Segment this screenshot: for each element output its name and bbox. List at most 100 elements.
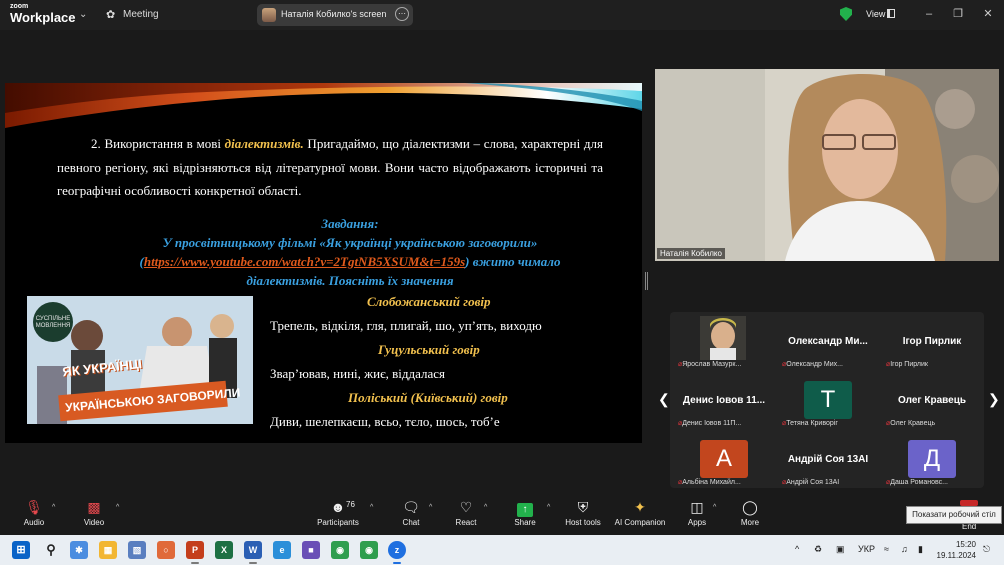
participants-gallery: Ярослав Мазурк... Олександр Ми... Олекса…	[670, 312, 984, 488]
battery-icon[interactable]: ▮	[918, 544, 923, 555]
participant-name: Олександр Мих...	[782, 360, 878, 368]
participants-label: Participants	[317, 518, 359, 527]
participant-tile[interactable]: Ярослав Мазурк...	[672, 314, 776, 370]
host-tools-label: Host tools	[565, 518, 601, 527]
notification-bell-icon[interactable]: ⎋	[983, 544, 990, 555]
app-tray-icon[interactable]: ♻	[814, 544, 822, 555]
participant-tile[interactable]: Олександр Ми... Олександр Мих...	[776, 314, 880, 370]
slide-paragraph: 2. Використання в мові діалектизмів. При…	[57, 132, 603, 203]
participant-name: Андрій Соя 13АІ	[782, 478, 878, 486]
logo-top-text: zoom	[10, 3, 29, 10]
participant-initial-avatar: Д	[908, 440, 956, 478]
chevron-up-icon[interactable]: ^	[713, 504, 716, 511]
video-button[interactable]: ▩ Video ^	[64, 498, 124, 527]
app-tray-icon[interactable]: ▣	[836, 544, 845, 555]
shield-icon: ⛨	[577, 499, 589, 515]
shield-icon[interactable]	[840, 7, 852, 21]
chevron-up-icon[interactable]: ^	[370, 504, 373, 511]
participant-tile[interactable]: Олег Кравець Олег Кравець	[880, 373, 984, 429]
dialect-heading-3: Поліський (Київський) говір	[348, 390, 508, 405]
minimize-icon[interactable]: –	[922, 7, 936, 21]
apps-button[interactable]: ◫ Apps ^	[667, 498, 727, 527]
dialect-text-1: Трепель, відкіля, гля, плигай, шо, уп’ят…	[270, 318, 542, 333]
zoom-workplace-logo[interactable]: zoom Workplace	[10, 3, 76, 24]
word-icon[interactable]: W	[244, 541, 262, 559]
speaker-video[interactable]: Наталія Кобилко	[655, 69, 999, 261]
restore-icon[interactable]: ❐	[951, 7, 965, 21]
chrome-icon[interactable]: ◉	[360, 541, 378, 559]
resize-handle[interactable]	[645, 272, 648, 290]
clock-time: 15:20	[955, 540, 976, 549]
participants-button[interactable]: ☻ 76 Participants ^	[308, 498, 373, 527]
edge-icon[interactable]: e	[273, 541, 291, 559]
gallery-prev-arrow-icon[interactable]: ❮	[658, 391, 670, 408]
participant-tile[interactable]: А Альбіна Михайл...	[672, 432, 776, 488]
share-button[interactable]: ↑ Share ^	[495, 498, 555, 527]
react-button[interactable]: ♡ React ^	[436, 498, 496, 527]
powerpoint-icon[interactable]: P	[186, 541, 204, 559]
chevron-up-icon[interactable]: ^	[795, 544, 799, 554]
suspilne-logo: СУСПІЛЬНЕ МОВЛЕННЯ	[33, 302, 73, 342]
volume-icon[interactable]: ♫	[901, 544, 908, 554]
participant-display-name: Олександр Ми...	[788, 336, 868, 347]
host-tools-button[interactable]: ⛨ Host tools	[553, 498, 613, 527]
logo-bottom-text: Workplace	[10, 10, 76, 25]
app-icon[interactable]: ○	[157, 541, 175, 559]
grid-view-icon[interactable]	[887, 9, 895, 18]
language-indicator[interactable]: УКР	[858, 544, 875, 554]
more-icon: ◯	[742, 499, 758, 515]
task-title: Завдання:	[321, 216, 379, 231]
participant-tile[interactable]: Ігор Пирлик Ігор Пирлик	[880, 314, 984, 370]
speaker-name-label: Наталія Кобилко	[657, 248, 725, 259]
file-explorer-icon[interactable]: ▦	[99, 541, 117, 559]
excel-icon[interactable]: X	[215, 541, 233, 559]
react-label: React	[455, 518, 477, 527]
view-button[interactable]: View	[866, 9, 885, 19]
chevron-up-icon[interactable]: ^	[429, 504, 432, 511]
audio-button[interactable]: 🎙 Audio ^	[4, 498, 64, 527]
chat-button[interactable]: 🗨 Chat ^	[381, 498, 441, 527]
chat-label: Chat	[402, 518, 420, 527]
dialect-text-2: Звар’ював, нині, жиє, віддалася	[270, 366, 446, 381]
more-options-icon[interactable]: ⋯	[395, 7, 409, 21]
more-button[interactable]: ◯ More	[720, 498, 780, 527]
ai-companion-label: AI Companion	[614, 518, 666, 527]
task-block: Завдання: У просвітницькому фільмі «Як у…	[65, 214, 635, 290]
screen-share-indicator[interactable]: Наталія Кобилко's screen ⋯	[257, 4, 413, 26]
copilot-icon[interactable]: ✱	[70, 541, 88, 559]
task-line-1: У просвітницькому фільмі «Як українці ук…	[162, 235, 538, 250]
share-label: Share	[514, 518, 536, 527]
chevron-up-icon[interactable]: ^	[484, 504, 487, 511]
participant-tile[interactable]: T Тетяна Криворіг	[776, 373, 880, 429]
zoom-app-icon[interactable]: z	[388, 541, 406, 559]
wifi-icon[interactable]: ≈	[884, 544, 889, 554]
chevron-down-icon[interactable]: ⌄	[79, 9, 87, 20]
close-icon[interactable]: ✕	[981, 7, 995, 21]
apps-label: Apps	[687, 518, 707, 527]
participant-tile[interactable]: Денис Іовов 11... Денис Іовов 11П...	[672, 373, 776, 429]
chevron-up-icon[interactable]: ^	[547, 504, 550, 511]
chevron-up-icon[interactable]: ^	[116, 504, 119, 511]
windows-start-icon[interactable]: ⊞	[12, 541, 30, 559]
taskbar-clock[interactable]: 15:20 19.11.2024	[936, 539, 976, 561]
app-icon[interactable]: ■	[302, 541, 320, 559]
youtube-link[interactable]: https://www.youtube.com/watch?v=2TgtNB5X…	[144, 254, 465, 269]
dialect-text-3: Диви, шелепкаєш, всьо, тєло, шось, тоб’е	[270, 414, 500, 429]
participant-tile[interactable]: Д Даша Романовс...	[880, 432, 984, 488]
windows-taskbar: ⊞ ⚲ ✱ ▦ ▧ ○ P X W e ■ ◉ ◉ z ^ ♻ ▣ УКР ≈ …	[0, 535, 1004, 565]
participant-initial-avatar: А	[700, 440, 748, 478]
task-line-2-rest: ) вжито чимало	[465, 254, 561, 269]
ai-companion-button[interactable]: ✦ AI Companion	[610, 498, 670, 527]
chevron-up-icon[interactable]: ^	[52, 504, 55, 511]
participant-tile[interactable]: Андрій Соя 13АІ Андрій Соя 13АІ	[776, 432, 880, 488]
participants-icon: ☻	[330, 499, 346, 515]
paw-icon: ✿	[106, 9, 116, 21]
dialect-heading-1: Слобожанський говір	[367, 294, 491, 309]
gallery-next-arrow-icon[interactable]: ❯	[988, 391, 1000, 408]
search-icon[interactable]: ⚲	[42, 541, 60, 559]
speaker-video-frame	[655, 69, 999, 261]
app-icon[interactable]: ▧	[128, 541, 146, 559]
shared-slide: 2. Використання в мові діалектизмів. При…	[5, 83, 642, 443]
chrome-icon[interactable]: ◉	[331, 541, 349, 559]
participant-display-name: Андрій Соя 13АІ	[787, 454, 869, 465]
